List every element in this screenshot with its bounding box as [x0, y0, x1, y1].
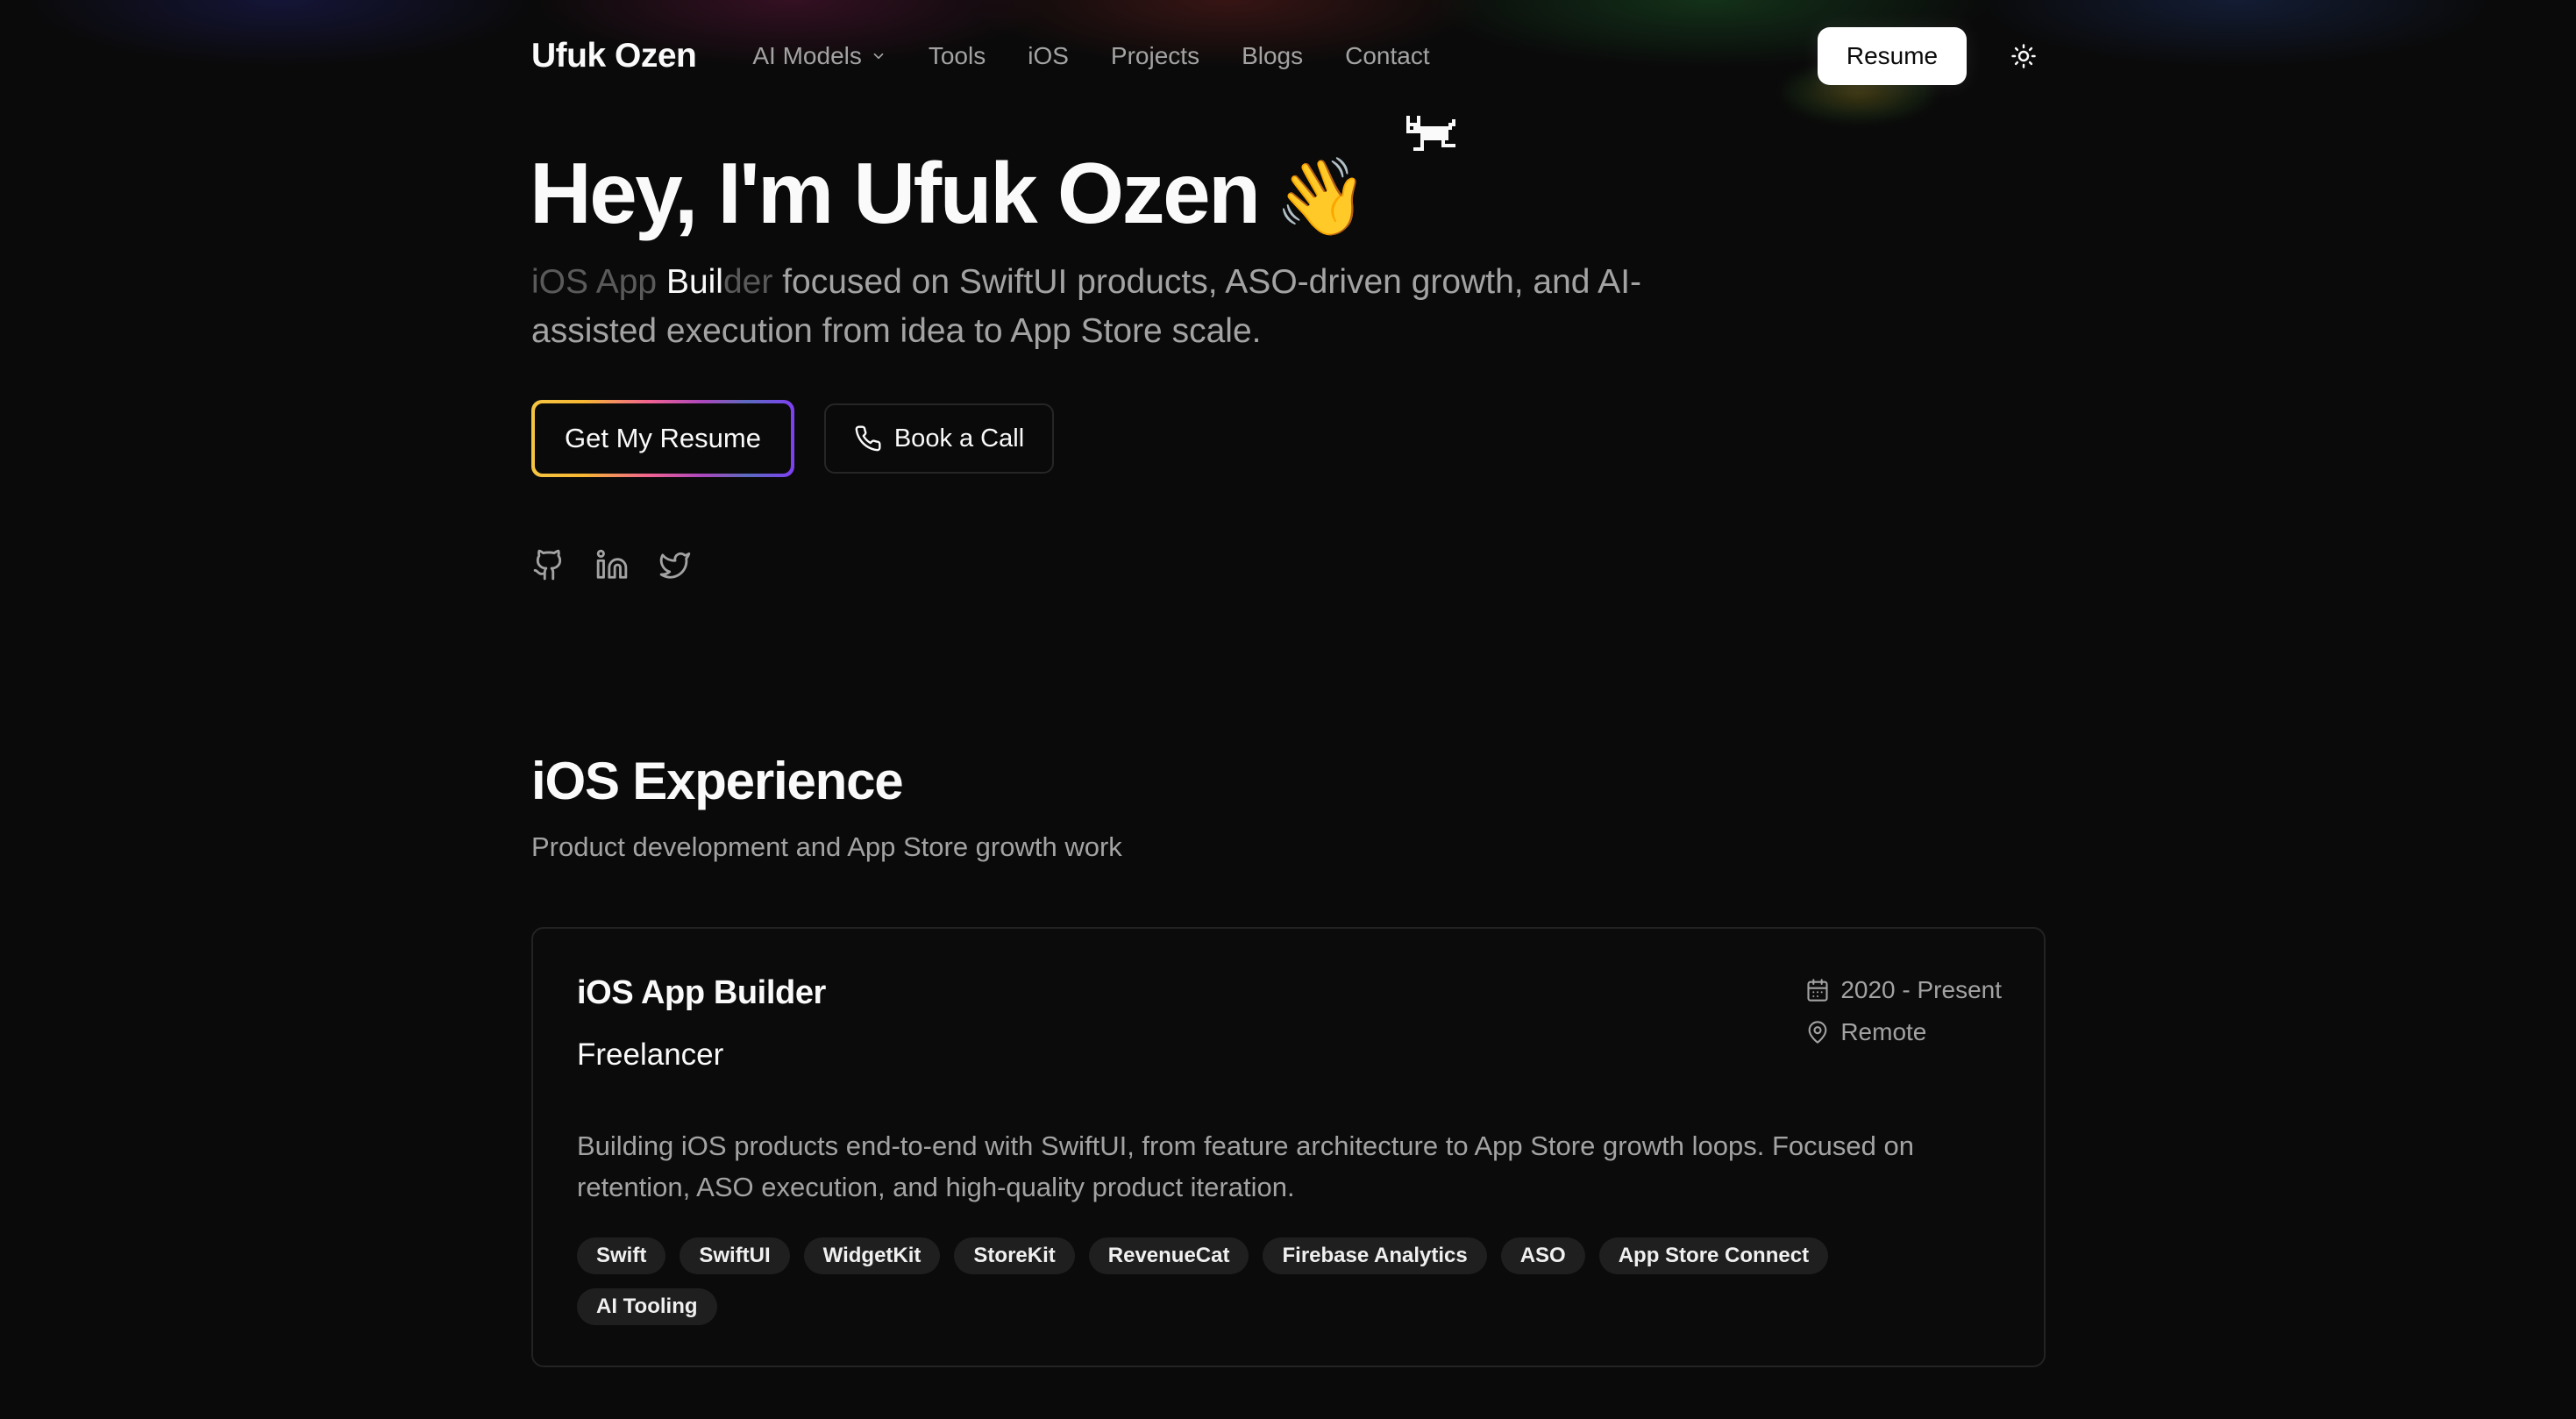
nav-link-label: AI Models	[752, 42, 862, 69]
job-location-row: Remote	[1805, 1011, 2002, 1053]
tech-tag: AI Tooling	[577, 1288, 717, 1325]
tech-tag: App Store Connect	[1598, 1237, 1829, 1274]
twitter-link[interactable]	[658, 544, 693, 586]
section-subtitle: Product development and App Store growth…	[531, 831, 1122, 862]
tech-tag: WidgetKit	[803, 1237, 941, 1274]
nav-link-contact[interactable]: Contact	[1345, 42, 1430, 70]
hero-subtitle-typing-highlight: Buil	[665, 263, 723, 301]
job-role: iOS App Builder	[577, 974, 826, 1011]
top-nav: Ufuk Ozen AI Models Tools iOS Projects B…	[531, 26, 2046, 86]
phone-icon	[855, 425, 881, 452]
nav-link-tools[interactable]: Tools	[929, 42, 986, 70]
nav-actions: Resume	[1818, 27, 2046, 85]
tech-tag: Swift	[577, 1237, 666, 1274]
github-link[interactable]	[531, 544, 566, 586]
job-description: Building iOS products end-to-end with Sw…	[577, 1130, 1914, 1202]
github-icon	[533, 549, 562, 581]
tech-tag: ASO	[1500, 1237, 1585, 1274]
chevron-down-icon	[873, 53, 884, 60]
theme-toggle-button[interactable]	[2002, 34, 2046, 78]
experience-card: iOS App Builder Freelancer 2020 - Presen…	[531, 927, 2046, 1367]
social-links	[531, 544, 721, 586]
hero-subtitle-typing-dim-2: der	[722, 263, 773, 301]
nav-links: AI Models Tools iOS Projects Blogs Conta…	[752, 42, 1471, 70]
calendar-icon	[1807, 979, 1828, 1002]
job-meta: 2020 - Present Remote	[1805, 969, 2002, 1053]
linkedin-icon	[596, 549, 628, 579]
section-title: iOS Experience	[531, 752, 904, 810]
twitter-icon	[659, 552, 691, 579]
tech-tag: SwiftUI	[680, 1237, 790, 1274]
hero-title: Hey, I'm Ufuk Ozen 👋	[530, 140, 1369, 250]
nav-link-ios[interactable]: iOS	[1028, 42, 1069, 70]
job-period-row: 2020 - Present	[1805, 969, 2002, 1011]
cat-icon	[1403, 112, 1462, 162]
job-company: Freelancer	[577, 1038, 724, 1072]
nav-link-blogs[interactable]: Blogs	[1242, 42, 1303, 70]
get-resume-label: Get My Resume	[535, 403, 791, 474]
linkedin-link[interactable]	[594, 544, 630, 586]
nav-link-projects[interactable]: Projects	[1111, 42, 1199, 70]
waving-hand-icon: 👋	[1274, 153, 1368, 241]
job-period: 2020 - Present	[1840, 976, 2002, 1003]
sun-icon	[2011, 44, 2036, 68]
nav-link-ai-models[interactable]: AI Models	[752, 42, 886, 70]
book-call-button[interactable]: Book a Call	[824, 403, 1054, 474]
tech-tag: Firebase Analytics	[1263, 1237, 1487, 1274]
get-resume-button[interactable]: Get My Resume	[531, 400, 794, 477]
hero-cta-row: Get My Resume Book a Call	[531, 400, 1054, 477]
job-location: Remote	[1840, 1018, 1927, 1045]
book-call-label: Book a Call	[893, 424, 1025, 453]
tech-tags: Swift SwiftUI WidgetKit StoreKit Revenue…	[577, 1237, 1980, 1339]
hero-title-text: Hey, I'm Ufuk Ozen	[530, 145, 1261, 241]
tech-tag: RevenueCat	[1088, 1237, 1249, 1274]
tech-tag: StoreKit	[954, 1237, 1075, 1274]
hero-subtitle-typing-dim: iOS App	[531, 263, 666, 301]
resume-button[interactable]: Resume	[1818, 27, 1967, 85]
hero-subtitle: iOS App Builder focused on SwiftUI produ…	[531, 258, 1706, 356]
brand-name[interactable]: Ufuk Ozen	[531, 37, 697, 75]
map-pin-icon	[1808, 1021, 1827, 1044]
